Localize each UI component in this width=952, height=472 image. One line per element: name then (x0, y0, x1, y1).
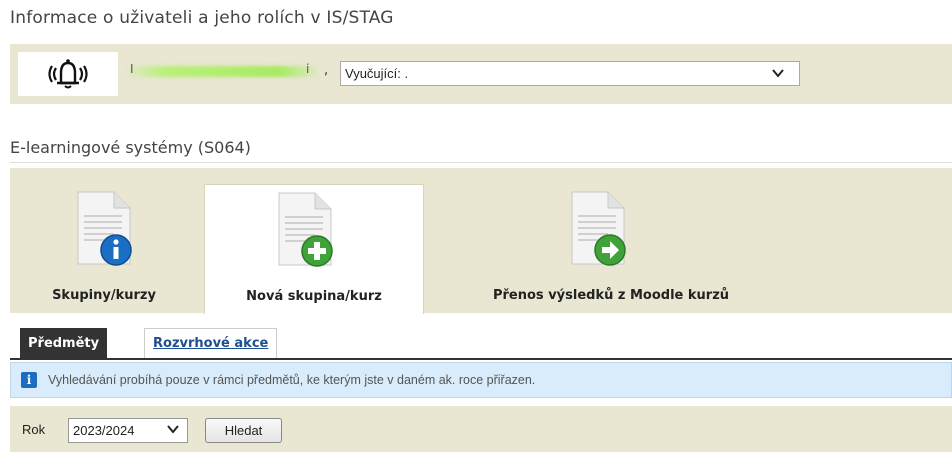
year-select[interactable]: 2023/2024 (68, 418, 188, 443)
tab-nova-skupina-kurz[interactable]: Nová skupina/kurz (204, 184, 424, 314)
search-form: Rok 2023/2024 Hledat (10, 406, 952, 452)
bell-ringing-icon (48, 59, 88, 89)
tab-label: Přenos výsledků z Moodle kurzů (492, 288, 730, 303)
role-select[interactable]: Vyučující: . (340, 61, 800, 86)
user-bar: I i , Vyučující: . (10, 44, 952, 104)
info-icon: i (21, 372, 37, 388)
page-title: Informace o uživateli a jeho rolích v IS… (10, 8, 394, 28)
name-separator: , (324, 63, 329, 78)
subtab-predmety[interactable]: Předměty (20, 328, 108, 358)
user-name-redacted: I i , (128, 62, 328, 78)
info-message: i Vyhledávání probíhá pouze v rámci před… (10, 362, 952, 398)
subtabs: Předměty Rozvrhové akce (10, 328, 952, 360)
notifications-button[interactable] (18, 52, 118, 96)
tab-label: Nová skupina/kurz (246, 289, 382, 304)
user-name-fragment: i (306, 62, 310, 76)
redaction-mark (128, 66, 318, 77)
document-forward-icon (571, 191, 626, 266)
search-button[interactable]: Hledat (205, 418, 282, 443)
user-name-fragment: I (130, 62, 134, 76)
module-tabs: Skupiny/kurzy Nová skupina/kurz Přenos v… (10, 168, 952, 314)
role-select-value: Vyučující: . (345, 66, 409, 81)
document-add-icon (278, 192, 333, 267)
subtab-rozvrhove-akce[interactable]: Rozvrhové akce (144, 328, 278, 358)
divider (10, 162, 952, 163)
chevron-down-icon (167, 425, 179, 434)
document-info-icon (77, 191, 132, 266)
year-select-value: 2023/2024 (73, 423, 135, 438)
section-title: E-learningové systémy (S064) (10, 138, 251, 157)
tab-skupiny-kurzy[interactable]: Skupiny/kurzy (10, 168, 198, 313)
year-label: Rok (22, 422, 46, 437)
tab-label: Skupiny/kurzy (52, 288, 156, 303)
info-text: Vyhledávání probíhá pouze v rámci předmě… (48, 373, 536, 387)
tab-prenos-vysledku[interactable]: Přenos výsledků z Moodle kurzů (428, 168, 794, 313)
chevron-down-icon (772, 69, 784, 78)
